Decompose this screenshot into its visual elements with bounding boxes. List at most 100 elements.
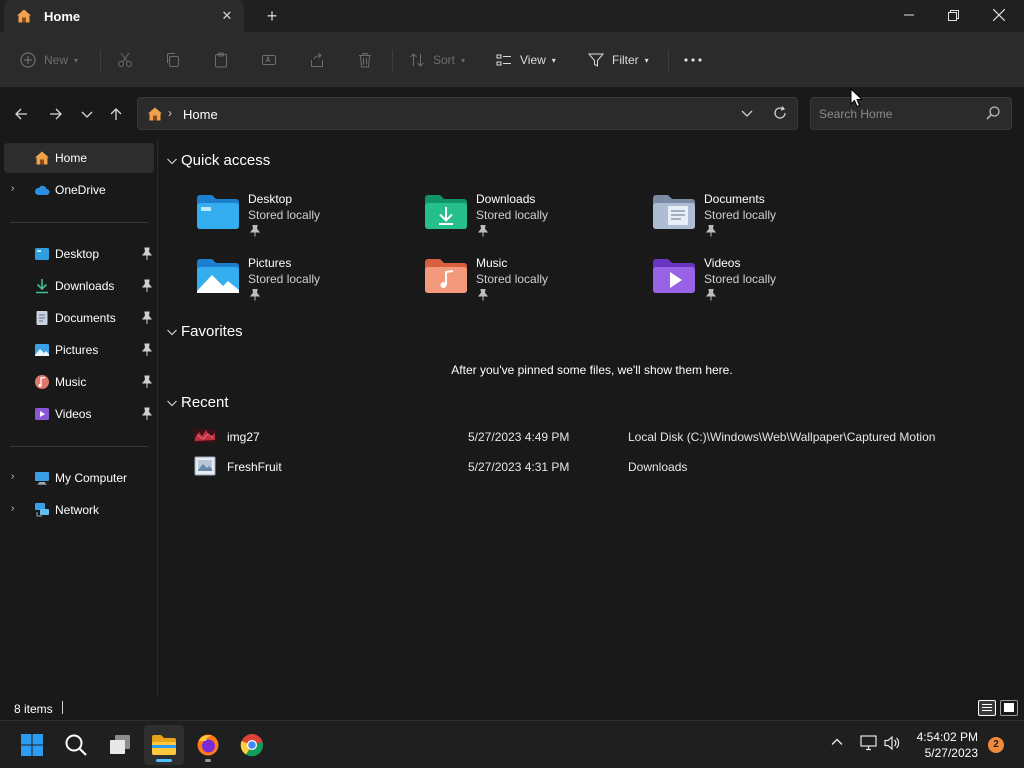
sidebar-item-music[interactable]: Music [4,367,154,397]
download-icon [36,279,48,294]
chevron-down-icon[interactable] [740,106,754,120]
search-input[interactable] [819,105,979,123]
sidebar-item-documents[interactable]: Documents [4,303,154,333]
pin-icon[interactable] [141,407,153,421]
sidebar-item-label: Documents [55,311,116,325]
downloads-folder-icon [425,195,467,229]
chevron-right-icon[interactable]: › [11,183,14,194]
quick-access-documents[interactable]: Documents Stored locally [652,192,852,248]
chevron-right-icon[interactable]: › [11,471,14,482]
tiles-view-button[interactable] [1000,700,1018,716]
tab-title: Home [44,9,81,24]
pictures-icon [35,344,49,356]
navigation-pane: Home › OneDrive Desktop Downloads Docume… [0,140,158,696]
taskbar-search-button[interactable] [56,725,96,765]
quick-access-videos[interactable]: Videos Stored locally [652,256,852,312]
recent-item-name: img27 [227,430,260,444]
recent-item-freshfruit[interactable]: FreshFruit 5/27/2023 4:31 PM Downloads [192,453,1012,481]
pin-icon[interactable] [141,279,153,293]
chevron-down-icon: ▾ [74,55,79,65]
quick-access-desktop[interactable]: Desktop Stored locally [196,192,396,248]
sidebar-item-desktop[interactable]: Desktop [4,239,154,269]
forward-button[interactable] [44,102,68,126]
chevron-right-icon: › [168,106,172,120]
pin-icon [706,225,716,237]
refresh-icon[interactable] [772,105,788,121]
restore-button[interactable] [930,0,976,30]
quick-access-downloads[interactable]: Downloads Stored locally [424,192,624,248]
sidebar-divider [10,222,148,223]
pin-icon[interactable] [141,311,153,325]
rename-button[interactable] [261,46,277,74]
clock[interactable]: 4:54:02 PM 5/27/2023 [904,729,978,761]
item-name: Documents [704,192,765,206]
sidebar-item-videos[interactable]: Videos [4,399,154,429]
share-button[interactable] [309,46,325,74]
sidebar-item-label: Network [55,503,100,517]
task-view-icon [110,735,130,754]
sidebar-item-network[interactable]: › Network [4,495,154,525]
share-icon [311,52,323,67]
close-window-button[interactable] [976,0,1022,30]
quick-access-header[interactable]: Quick access [166,152,270,169]
chevron-up-icon[interactable] [830,735,844,749]
pin-icon [250,225,260,237]
home-icon [148,107,162,121]
navigation-row: › Home [0,88,1024,140]
pin-icon[interactable] [141,343,153,357]
chevron-down-icon [81,111,93,118]
task-view-button[interactable] [100,725,140,765]
details-view-button[interactable] [978,700,996,716]
pin-icon[interactable] [141,375,153,389]
sort-button[interactable]: Sort ▾ [409,46,465,74]
view-label: View [520,53,546,67]
quick-access-music[interactable]: Music Stored locally [424,256,624,312]
sidebar-item-label: Music [55,375,87,389]
file-explorer-taskbar-button[interactable] [144,725,184,765]
start-button[interactable] [12,725,52,765]
recent-locations-button[interactable] [75,102,99,126]
item-status: Stored locally [248,272,321,286]
chrome-icon [240,734,264,757]
delete-button[interactable] [357,46,373,74]
new-tab-button[interactable]: + [262,6,282,26]
search-box[interactable] [810,97,1012,130]
sidebar-item-downloads[interactable]: Downloads [4,271,154,301]
filter-button[interactable]: Filter ▾ [588,46,649,74]
breadcrumb[interactable]: Home [183,107,218,122]
network-status-icon[interactable] [860,735,878,751]
volume-icon[interactable] [884,735,902,751]
close-tab-icon[interactable]: ✕ [218,7,236,25]
sidebar-item-label: Home [55,151,88,165]
tab-home[interactable]: Home ✕ [4,0,244,32]
notification-badge[interactable]: 2 [988,737,1004,753]
item-count: 8 items [14,702,53,716]
quick-access-pictures[interactable]: Pictures Stored locally [196,256,396,312]
sidebar-item-label: Pictures [55,343,99,357]
paste-button[interactable] [213,46,229,74]
recent-header[interactable]: Recent [166,394,229,411]
minimize-button[interactable] [886,0,932,30]
back-button[interactable] [9,102,33,126]
chevron-down-icon [167,158,177,164]
address-bar[interactable]: › Home [137,97,798,130]
up-button[interactable] [104,102,128,126]
sidebar-item-home[interactable]: Home [4,143,154,173]
search-icon[interactable] [985,105,1001,121]
new-button[interactable]: New ▾ [20,46,78,74]
firefox-taskbar-button[interactable] [188,725,228,765]
sidebar-item-pictures[interactable]: Pictures [4,335,154,365]
cut-button[interactable] [117,46,133,74]
sidebar-item-onedrive[interactable]: › OneDrive [4,175,154,205]
recent-item-img27[interactable]: img27 5/27/2023 4:49 PM Local Disk (C:)\… [192,423,1012,451]
sidebar-item-my-computer[interactable]: › My Computer [4,463,154,493]
sidebar-item-label: OneDrive [55,183,106,197]
chrome-taskbar-button[interactable] [232,725,272,765]
more-options-button[interactable] [683,46,703,74]
chevron-right-icon[interactable]: › [11,503,14,514]
view-button[interactable]: View ▾ [496,46,556,74]
copy-button[interactable] [165,46,181,74]
favorites-header[interactable]: Favorites [166,323,243,340]
item-status: Stored locally [476,208,549,222]
pin-icon[interactable] [141,247,153,261]
